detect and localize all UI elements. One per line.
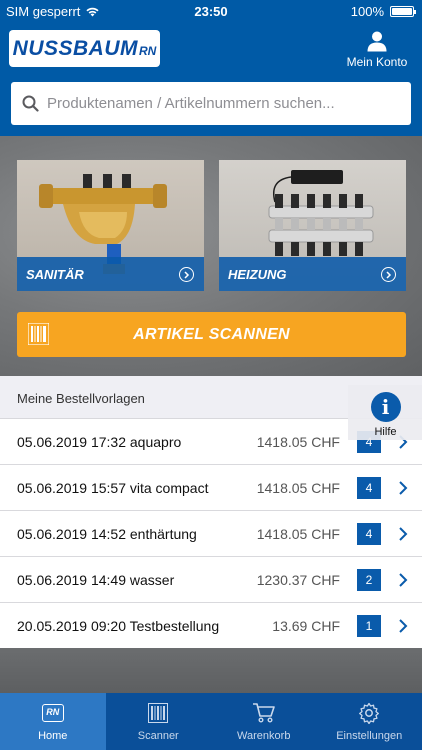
template-label: 20.05.2019 09:20 Testbestellung — [17, 618, 220, 634]
info-icon: i — [370, 392, 401, 422]
tab-bar: RN Home Scanner Warenkorb Einstellungen — [0, 693, 422, 750]
background-strip — [0, 648, 422, 693]
template-count-badge: 2 — [357, 569, 381, 591]
user-icon — [367, 31, 387, 52]
template-price: 1418.05 CHF — [256, 526, 340, 542]
account-label: Mein Konto — [346, 55, 408, 69]
template-label: 05.06.2019 15:57 vita compact — [17, 480, 209, 496]
template-price: 1230.37 CHF — [256, 572, 340, 588]
barcode-icon — [148, 703, 169, 723]
chevron-right-circle-icon — [179, 267, 194, 282]
battery-icon — [390, 6, 416, 17]
tile-heizung-label: HEIZUNG — [228, 266, 287, 282]
tab-scanner[interactable]: Scanner — [106, 693, 212, 750]
template-count-badge: 1 — [357, 615, 381, 637]
tab-warenkorb[interactable]: Warenkorb — [211, 693, 317, 750]
tab-scanner-label: Scanner — [137, 730, 179, 742]
status-right: 100% — [350, 4, 416, 19]
battery-percent: 100% — [350, 4, 384, 19]
chevron-right-circle-icon — [381, 267, 396, 282]
cart-icon — [252, 703, 275, 723]
tab-einstellungen-label: Einstellungen — [336, 730, 403, 742]
search-input[interactable] — [47, 95, 387, 112]
template-label: 05.06.2019 14:49 wasser — [17, 572, 175, 588]
tile-sanitaer-label: SANITÄR — [26, 266, 84, 282]
account-button[interactable]: Mein Konto — [346, 30, 408, 69]
templates-header-title: Meine Bestellvorlagen — [17, 391, 145, 406]
tile-heizung-band: HEIZUNG — [219, 257, 406, 291]
template-count-badge: 4 — [357, 477, 381, 499]
gear-icon — [359, 702, 380, 724]
logo-main-text: NUSSBAUM — [12, 36, 138, 60]
nussbaum-logo[interactable]: NUSSBAUM RN — [9, 30, 160, 67]
tile-sanitaer[interactable]: SANITÄR — [17, 160, 204, 291]
template-price: 1418.05 CHF — [256, 434, 340, 450]
templates-list: 05.06.2019 17:32 aquapro 1418.05 CHF 4 0… — [0, 419, 422, 649]
tab-einstellungen[interactable]: Einstellungen — [317, 693, 422, 750]
template-label: 05.06.2019 17:32 aquapro — [17, 434, 182, 450]
scan-article-button[interactable]: ARTIKEL SCANNEN — [17, 312, 406, 357]
status-bar: SIM gesperrt 23:50 100% — [0, 0, 422, 22]
list-item[interactable]: 05.06.2019 15:57 vita compact 1418.05 CH… — [0, 465, 422, 511]
chevron-right-icon — [399, 573, 408, 587]
tab-warenkorb-label: Warenkorb — [237, 730, 291, 742]
template-price: 13.69 CHF — [272, 618, 340, 634]
chevron-right-icon — [399, 527, 408, 541]
hero-area: SANITÄR HEIZUNG ARTIKEL SCANNEN — [0, 136, 422, 376]
tab-home-label: Home — [38, 730, 68, 742]
template-count-badge: 4 — [357, 523, 381, 545]
template-label: 05.06.2019 14:52 enthärtung — [17, 526, 197, 542]
logo-suffix-text: RN — [139, 44, 157, 58]
scan-article-label: ARTIKEL SCANNEN — [133, 325, 290, 343]
tile-heizung[interactable]: HEIZUNG — [219, 160, 406, 291]
tab-home[interactable]: RN Home — [0, 693, 106, 750]
help-label: Hilfe — [374, 426, 397, 438]
rn-logo-icon: RN — [41, 704, 64, 722]
help-button[interactable]: i Hilfe — [348, 385, 422, 440]
search-icon — [22, 95, 39, 112]
tile-sanitaer-band: SANITÄR — [17, 257, 204, 291]
list-item[interactable]: 05.06.2019 14:52 enthärtung 1418.05 CHF … — [0, 511, 422, 557]
template-price: 1418.05 CHF — [256, 480, 340, 496]
chevron-right-icon — [399, 619, 408, 633]
list-item[interactable]: 20.05.2019 09:20 Testbestellung 13.69 CH… — [0, 603, 422, 649]
barcode-icon — [28, 323, 49, 345]
list-item[interactable]: 05.06.2019 14:49 wasser 1230.37 CHF 2 — [0, 557, 422, 603]
chevron-right-icon — [399, 481, 408, 495]
app-header: NUSSBAUM RN Mein Konto — [0, 22, 422, 136]
search-bar[interactable] — [11, 82, 411, 125]
